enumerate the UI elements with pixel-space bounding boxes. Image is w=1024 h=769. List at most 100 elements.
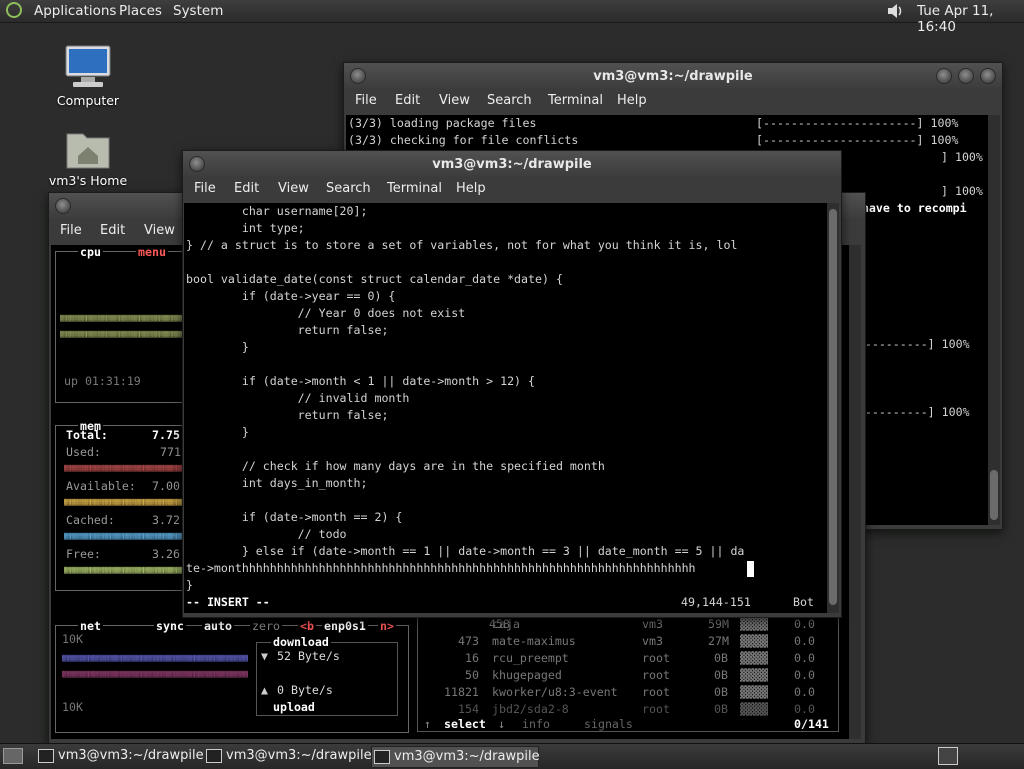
proc-user: vm3 [642,617,663,631]
mem-cached-value: 3.72 [152,513,180,527]
cpu-graph: ▦▦▦▦▦▦▦▦▦▦▦▦▦▦▦▦▦▦▦▦▦▦▦▦▦▦ [60,328,182,340]
proc-mem: 59M [708,617,729,631]
menu-terminal[interactable]: Terminal [548,93,603,108]
menu-search[interactable]: Search [487,93,532,108]
menu-help[interactable]: Help [617,93,647,108]
scrollbar[interactable] [827,203,839,613]
mem-available-label: Available: [66,479,136,493]
menu-edit[interactable]: Edit [100,223,125,238]
scrollbar-thumb[interactable] [990,470,998,520]
upload-graph: ▦▦▦▦▦▦▦▦▦▦▦▦▦▦▦▦▦▦▦▦▦▦▦▦▦▦▦▦▦▦▦▦▦▦▦▦▦▦▦ [62,668,248,680]
minimize-button[interactable] [936,68,952,84]
front-terminal-window[interactable]: vm3@vm3:~/drawpile File Edit View Search… [182,150,842,618]
proc-row[interactable]: 458 caja vm3 59M ▓▓▓▓ 0.0 [418,617,838,634]
net-zero-button[interactable]: zero [250,619,282,633]
proc-mem-bar: ▓▓▓▓ [740,685,768,699]
mem-available-value: 7.00 [152,479,180,493]
vim-scroll-position: Bot [793,595,814,609]
show-desktop-icon[interactable] [3,748,23,764]
window-title: vm3@vm3:~/drawpile [432,157,592,172]
proc-mem: 0B [714,668,728,682]
desktop-icon-computer[interactable]: Computer [38,44,138,108]
proc-name: jbd2/sda2-8 [492,702,569,716]
maximize-button[interactable] [958,68,974,84]
mem-available-bar: ▦▦▦▦▦▦▦▦▦▦▦▦▦▦▦▦▦▦▦▦▦▦▦▦▦ [64,496,184,508]
desktop-icon-home[interactable]: vm3's Home [38,128,138,188]
proc-mem-bar: ▓▓▓▓ [740,617,768,631]
title-bar[interactable]: vm3@vm3:~/drawpile [344,63,1002,89]
workspace-switcher-icon[interactable] [938,747,958,765]
menu-help[interactable]: Help [456,181,486,196]
code-line: return false; [186,408,389,422]
proc-mem: 0B [714,685,728,699]
code-line: if (date->month == 2) { [186,510,403,524]
proc-row[interactable]: 50 khugepaged root 0B ▓▓▓▓ 0.0 [418,668,838,685]
title-bar[interactable]: vm3@vm3:~/drawpile [183,151,841,177]
taskbar-item[interactable]: vm3@vm3:~/drawpile [36,746,204,766]
volume-icon[interactable] [886,2,904,20]
proc-row[interactable]: 11821 kworker/u8:3-event root 0B ▓▓▓▓ 0.… [418,685,838,702]
proc-info-button[interactable]: info [522,717,550,731]
mate-logo-icon[interactable] [6,2,22,18]
taskbar-item[interactable]: vm3@vm3:~/drawpile [204,746,372,766]
taskbar-item-label: vm3@vm3:~/drawpile [226,748,372,763]
top-panel: Applications Places System Tue Apr 11, 1… [0,0,1024,35]
net-next-iface-button[interactable]: n> [378,619,396,633]
net-sync-button[interactable]: sync [154,619,186,633]
scrollbar[interactable] [988,115,1000,525]
close-button[interactable] [980,68,996,84]
code-line: int type; [186,221,305,235]
menu-terminal[interactable]: Terminal [387,181,442,196]
code-line: // check if how many days are in the spe… [186,459,605,473]
desktop-icon-label: Computer [56,93,120,108]
window-menu-button[interactable] [55,198,71,214]
terminal-icon [206,749,222,763]
scrollbar[interactable] [849,245,861,739]
menu-view[interactable]: View [144,223,175,238]
clock[interactable]: Tue Apr 11, 16:40 [917,3,1024,35]
menu-applications[interactable]: Applications [34,3,116,19]
code-line: } // a struct is to store a set of varia… [186,238,738,252]
window-title: vm3@vm3:~/drawpile [593,69,753,84]
progress-bar-text: [----------------------] 100% [756,116,959,130]
net-box: net sync auto zero <b enp0s1 n> 10K ▦▦▦▦… [55,619,409,733]
menu-edit[interactable]: Edit [234,181,259,196]
mem-total-label: Total: [66,428,108,442]
menu-search[interactable]: Search [326,181,371,196]
mem-cached-bar: ▦▦▦▦▦▦▦▦▦▦▦▦▦▦▦▦▦▦▦▦▦▦▦▦▦ [64,530,184,542]
code-line: } else if (date->month == 1 || date->mon… [186,544,745,558]
proc-row[interactable]: 16 rcu_preempt root 0B ▓▓▓▓ 0.0 [418,651,838,668]
menu-edit[interactable]: Edit [395,93,420,108]
menu-view[interactable]: View [278,181,309,196]
cpu-menu-button[interactable]: menu [136,245,168,259]
mem-used-label: Used: [66,445,101,459]
proc-select-button[interactable]: select [442,717,488,731]
proc-signals-button[interactable]: signals [584,717,633,731]
menu-places[interactable]: Places [119,3,162,19]
cpu-graph: ▦▦▦▦▦▦▦▦▦▦▦▦▦▦▦▦▦▦▦▦▦▦▦▦▦▦ [60,312,182,324]
menu-system[interactable]: System [173,3,223,19]
proc-row[interactable]: 473 mate-maximus vm3 27M ▓▓▓▓ 0.0 [418,634,838,651]
terminal-line: (3/3) loading package files [348,116,537,130]
menu-view[interactable]: View [439,93,470,108]
proc-name: kworker/u8:3-event [492,685,618,699]
proc-pid: 16 [465,651,479,665]
net-prev-iface-button[interactable]: <b [298,619,316,633]
menu-file[interactable]: File [60,223,82,238]
taskbar-item-label: vm3@vm3:~/drawpile [58,748,204,763]
net-title[interactable]: net [78,619,103,633]
scrollbar-thumb[interactable] [829,209,837,605]
net-auto-button[interactable]: auto [202,619,234,633]
proc-cpu: 0.0 [794,668,815,682]
taskbar-item-active[interactable]: vm3@vm3:~/drawpile [371,746,540,768]
menu-file[interactable]: File [355,93,377,108]
net-scale-top: 10K [62,632,83,646]
proc-mem: 27M [708,634,729,648]
code-line: return false; [186,323,389,337]
code-line: if (date->month < 1 || date->month > 12)… [186,374,536,388]
menu-file[interactable]: File [194,181,216,196]
vim-editor[interactable]: char username[20]; int type; } // a stru… [184,203,827,613]
cpu-title[interactable]: cpu [78,245,103,259]
download-label: download [271,635,331,649]
home-folder-icon [66,133,110,169]
